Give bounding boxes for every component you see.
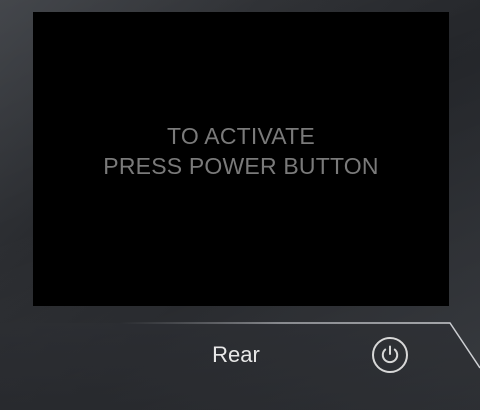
activation-message-line-2: PRESS POWER BUTTON — [103, 153, 379, 179]
rear-camera-label[interactable]: Rear — [186, 342, 286, 368]
camera-display: TO ACTIVATE PRESS POWER BUTTON — [33, 12, 449, 306]
activation-message-line-1: TO ACTIVATE — [167, 123, 315, 149]
power-button[interactable] — [372, 337, 408, 373]
power-icon — [381, 345, 399, 364]
activation-message: TO ACTIVATE PRESS POWER BUTTON — [103, 121, 378, 181]
